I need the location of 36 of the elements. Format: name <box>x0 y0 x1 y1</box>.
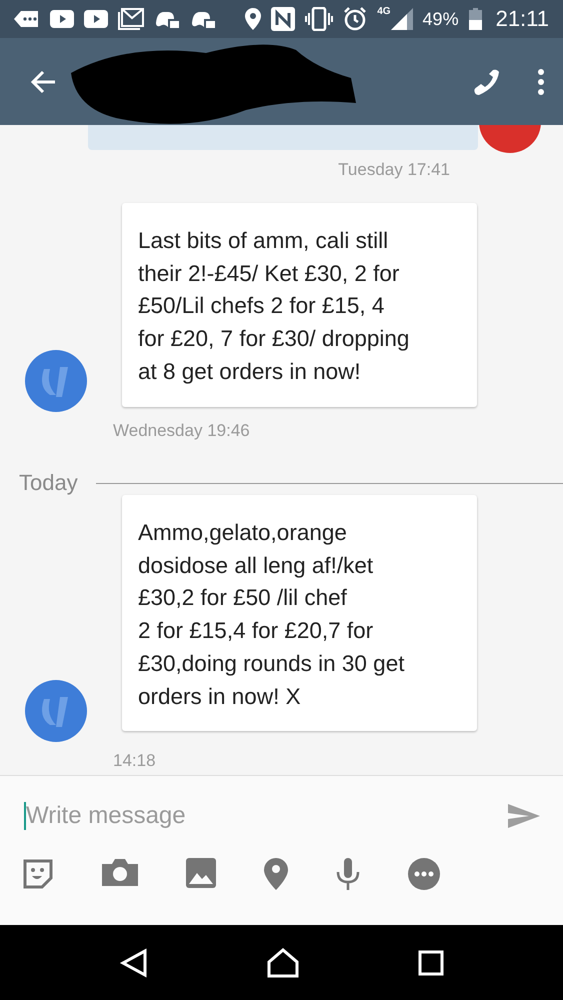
battery-percent: 49% <box>422 8 459 30</box>
signal-icon <box>390 8 413 30</box>
message-bubble: Ammo,gelato,orange dosidose all leng af!/ket £30,2 for £50 /lil chef 2 for £15,4 for £20,7 for £30,doing rounds in 30 get orders in now! X <box>122 495 477 732</box>
video-notification-icon <box>50 10 74 28</box>
location-icon[interactable] <box>264 858 288 890</box>
recents-nav-icon[interactable] <box>418 950 444 976</box>
message-bubble: Last bits of amm, cali still their 2!-£45/ Ket £30, 2 for £50/Lil chefs 2 for £15, 4 for £20, 7 for £30/ dropping at 8 get orders in now! <box>122 203 477 407</box>
chat-notification-icon <box>14 9 40 29</box>
back-icon[interactable] <box>30 70 56 94</box>
alarm-icon <box>343 7 368 31</box>
message-timestamp: 14:18 <box>113 751 156 771</box>
avatar-icon <box>24 679 88 743</box>
message-input[interactable]: Write message <box>24 802 507 830</box>
mail-notification-icon <box>118 8 144 30</box>
camera-icon[interactable] <box>102 858 138 886</box>
battery-icon <box>468 8 482 30</box>
sticker-icon[interactable] <box>22 858 54 890</box>
microphone-icon[interactable] <box>336 858 360 890</box>
message-timestamp: Tuesday 17:41 <box>338 160 450 180</box>
vibrate-icon <box>305 7 334 31</box>
network-type-label: 4G <box>377 6 391 17</box>
more-options-icon[interactable] <box>537 68 545 94</box>
nfc-icon <box>271 7 296 31</box>
back-nav-icon[interactable] <box>119 948 150 978</box>
date-divider-label: Today <box>19 470 78 496</box>
home-nav-icon[interactable] <box>267 948 300 978</box>
send-icon[interactable] <box>507 802 541 830</box>
avatar-icon <box>24 349 88 413</box>
more-icon[interactable] <box>408 858 440 890</box>
clock-time: 21:11 <box>496 6 549 32</box>
image-icon[interactable] <box>186 858 216 888</box>
location-icon <box>245 8 262 30</box>
gamepad-notification-icon <box>154 9 180 29</box>
video-notification-icon <box>84 10 108 28</box>
message-timestamp: Wednesday 19:46 <box>113 421 250 441</box>
gamepad-notification-icon <box>190 9 216 29</box>
